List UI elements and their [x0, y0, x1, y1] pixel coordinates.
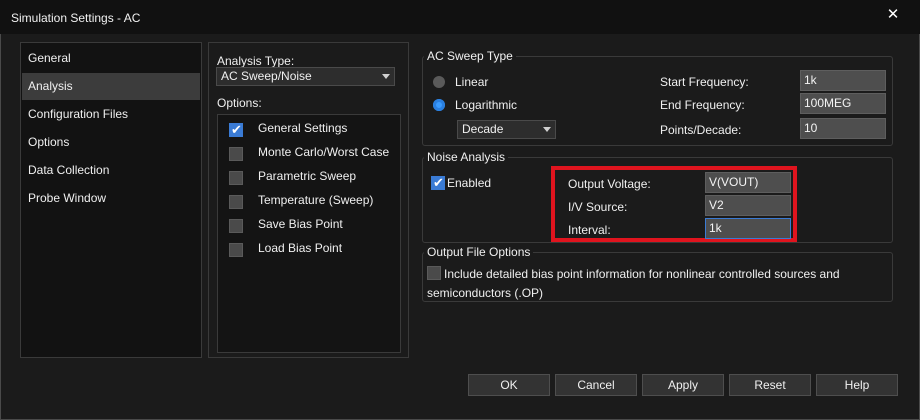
points-per-decade-input[interactable]: 10: [800, 118, 886, 139]
output-file-options-title: Output File Options: [424, 245, 534, 259]
close-icon[interactable]: ✕: [882, 4, 904, 26]
log-mode-value: Decade: [462, 122, 504, 136]
output-voltage-input[interactable]: V(VOUT): [705, 172, 791, 193]
nav-item-analysis[interactable]: Analysis: [22, 73, 200, 100]
option-temperature-sweep-checkbox[interactable]: [229, 195, 243, 209]
option-load-bias-point-label: Load Bias Point: [258, 241, 343, 255]
option-load-bias-point-checkbox[interactable]: [229, 243, 243, 257]
nav-item-options[interactable]: Options: [22, 129, 200, 156]
log-mode-dropdown[interactable]: Decade: [457, 120, 556, 139]
analysis-type-value: AC Sweep/Noise: [221, 69, 312, 83]
check-icon: ✔: [231, 122, 242, 137]
help-button[interactable]: Help: [816, 374, 898, 396]
option-monte-carlo-label: Monte Carlo/Worst Case: [258, 145, 390, 159]
analysis-type-dropdown[interactable]: AC Sweep/Noise: [216, 67, 395, 86]
linear-radio[interactable]: [433, 76, 445, 88]
logarithmic-label: Logarithmic: [455, 98, 518, 112]
option-temperature-sweep-label: Temperature (Sweep): [258, 193, 374, 207]
iv-source-label: I/V Source:: [568, 200, 628, 214]
check-icon: ✔: [433, 175, 444, 190]
ac-sweep-group-title: AC Sweep Type: [424, 49, 516, 63]
iv-source-input[interactable]: V2: [705, 195, 791, 216]
interval-input[interactable]: 1k: [705, 218, 791, 239]
chevron-down-icon: [382, 74, 390, 79]
option-parametric-sweep-checkbox[interactable]: [229, 171, 243, 185]
option-save-bias-point-checkbox[interactable]: [229, 219, 243, 233]
reset-button[interactable]: Reset: [729, 374, 811, 396]
include-bias-point-label-line2: semiconductors (.OP): [427, 286, 544, 300]
title-bar: Simulation Settings - AC ✕: [0, 0, 920, 34]
include-bias-point-label-line1: Include detailed bias point information …: [444, 267, 840, 281]
nav-item-probe-window[interactable]: Probe Window: [22, 185, 200, 212]
points-per-decade-label: Points/Decade:: [660, 123, 742, 137]
noise-enabled-label: Enabled: [447, 176, 492, 190]
option-general-settings-checkbox[interactable]: ✔: [229, 122, 243, 137]
end-frequency-input[interactable]: 100MEG: [800, 93, 886, 114]
options-label: Options:: [217, 96, 262, 110]
chevron-down-icon: [543, 127, 551, 132]
option-general-settings-label: General Settings: [258, 121, 348, 135]
window-title: Simulation Settings - AC: [11, 11, 141, 25]
start-frequency-label: Start Frequency:: [660, 75, 749, 89]
ok-button[interactable]: OK: [468, 374, 550, 396]
option-save-bias-point-label: Save Bias Point: [258, 217, 343, 231]
nav-item-configuration-files[interactable]: Configuration Files: [22, 101, 200, 128]
cancel-button[interactable]: Cancel: [555, 374, 637, 396]
end-frequency-label: End Frequency:: [660, 98, 745, 112]
apply-button[interactable]: Apply: [642, 374, 724, 396]
nav-item-data-collection[interactable]: Data Collection: [22, 157, 200, 184]
interval-label: Interval:: [568, 223, 611, 237]
option-monte-carlo-checkbox[interactable]: [229, 147, 243, 161]
start-frequency-input[interactable]: 1k: [800, 70, 886, 91]
logarithmic-radio[interactable]: [433, 99, 445, 111]
include-bias-point-checkbox[interactable]: [427, 266, 441, 280]
analysis-type-label: Analysis Type:: [217, 54, 295, 68]
linear-label: Linear: [455, 75, 489, 89]
noise-enabled-checkbox[interactable]: ✔: [431, 175, 445, 190]
settings-nav: General Analysis Configuration Files Opt…: [20, 42, 202, 358]
noise-analysis-group-title: Noise Analysis: [424, 150, 509, 164]
nav-item-general[interactable]: General: [22, 45, 200, 72]
option-parametric-sweep-label: Parametric Sweep: [258, 169, 357, 183]
output-voltage-label: Output Voltage:: [568, 177, 651, 191]
